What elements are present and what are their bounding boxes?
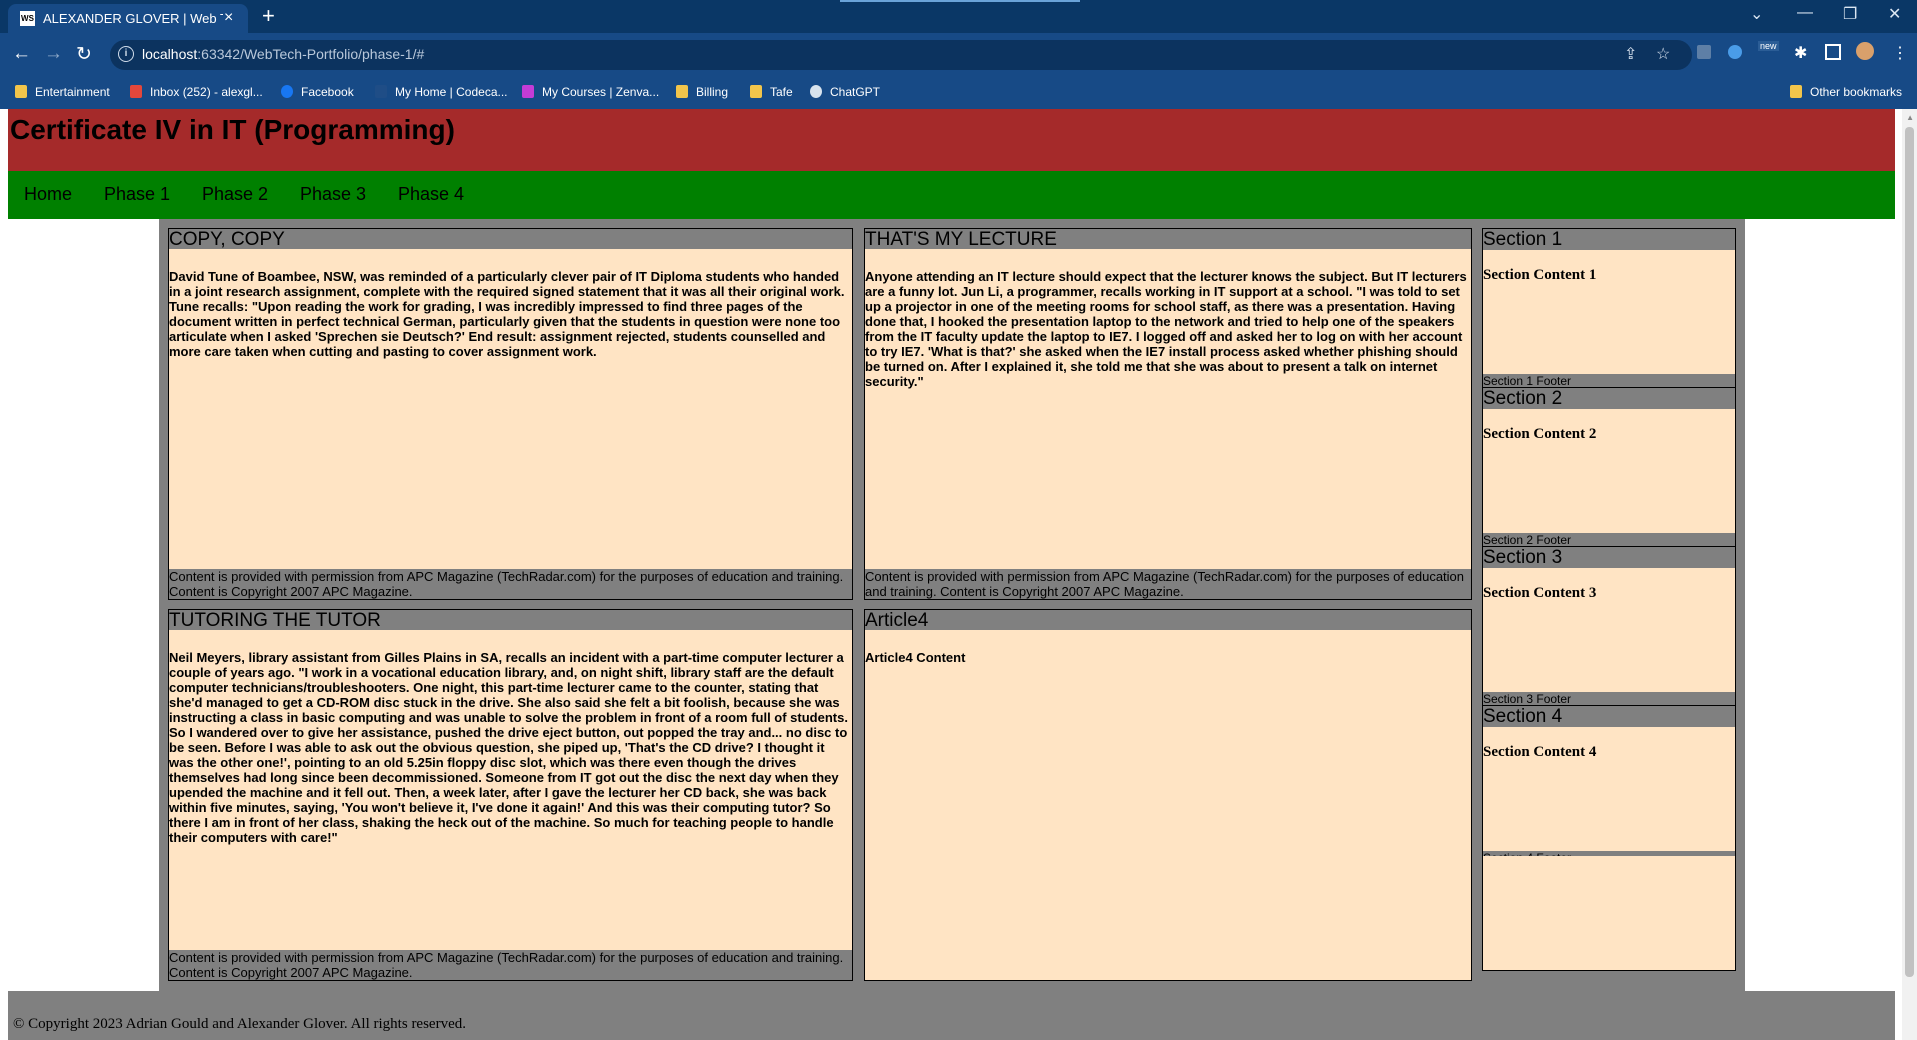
url-host: localhost [142, 46, 198, 62]
section-content: Section Content 4 [1483, 744, 1597, 760]
section-title: Section 1 [1483, 229, 1735, 250]
section-content: Section Content 1 [1483, 267, 1597, 283]
bookmark-codecademy[interactable]: My Home | Codeca... [375, 85, 508, 99]
section-footer: Section 3 Footer [1483, 692, 1735, 706]
facebook-icon [281, 85, 293, 98]
aside-section-2: Section 2 Section Content 2 Section 2 Fo… [1482, 387, 1736, 547]
main-content: COPY, COPY David Tune of Boambee, NSW, w… [159, 219, 1745, 991]
folder-icon [1790, 85, 1802, 98]
page-title: Certificate IV in IT (Programming) [10, 114, 455, 145]
bookmark-tafe[interactable]: Tafe [750, 85, 793, 99]
site-footer: © Copyright 2023 Adrian Gould and Alexan… [8, 991, 1895, 1040]
gmail-icon [130, 85, 142, 98]
article-body: Article4 Content [865, 650, 966, 665]
nav-home[interactable]: Home [24, 184, 72, 205]
section-title: Section 4 [1483, 706, 1735, 727]
bookmark-entertainment[interactable]: Entertainment [15, 85, 110, 99]
close-window-icon[interactable]: ✕ [1888, 4, 1901, 24]
aside-empty-area [1482, 856, 1736, 971]
tab-search-icon[interactable]: ⌄ [1750, 4, 1763, 24]
profile-avatar[interactable] [1856, 42, 1874, 60]
aside-section-4: Section 4 Section Content 4 Section 4 Fo… [1482, 705, 1736, 865]
page-viewport: Certificate IV in IT (Programming) Home … [0, 109, 1917, 1040]
copyright-text: © Copyright 2023 Adrian Gould and Alexan… [13, 1016, 466, 1032]
site-header: Certificate IV in IT (Programming) [8, 109, 1895, 171]
bookmark-billing[interactable]: Billing [676, 85, 728, 99]
reload-icon[interactable]: ↻ [76, 43, 92, 66]
bookmark-facebook[interactable]: Facebook [281, 85, 354, 99]
folder-icon [750, 85, 762, 98]
section-content: Section Content 2 [1483, 426, 1597, 442]
chatgpt-icon [810, 85, 822, 98]
section-footer: Section 1 Footer [1483, 374, 1735, 388]
zenva-icon [522, 85, 534, 98]
folder-icon [676, 85, 688, 98]
aside-section-3: Section 3 Section Content 3 Section 3 Fo… [1482, 546, 1736, 706]
aside-section-1: Section 1 Section Content 1 Section 1 Fo… [1482, 228, 1736, 388]
tab-title: ALEXANDER GLOVER | Web Tech [43, 11, 223, 26]
new-tab-icon[interactable]: + [262, 3, 275, 29]
bookmark-zenva[interactable]: My Courses | Zenva... [522, 85, 659, 99]
site-nav: Home Phase 1 Phase 2 Phase 3 Phase 4 [8, 171, 1895, 219]
site-info-icon[interactable]: i [118, 46, 134, 62]
article-thats-my-lecture: THAT'S MY LECTURE Anyone attending an IT… [864, 228, 1472, 600]
side-panel-icon[interactable] [1825, 44, 1841, 60]
article-tutoring-the-tutor: TUTORING THE TUTOR Neil Meyers, library … [168, 609, 853, 981]
address-bar[interactable]: i localhost:63342/WebTech-Portfolio/phas… [110, 40, 1692, 70]
article-4: Article4 Article4 Content [864, 609, 1472, 981]
bookmark-star-icon[interactable]: ☆ [1656, 44, 1670, 64]
article-footer: Content is provided with permission from… [865, 569, 1471, 599]
article-copy-copy: COPY, COPY David Tune of Boambee, NSW, w… [168, 228, 853, 600]
minimize-icon[interactable]: — [1797, 4, 1813, 22]
article-footer: Content is provided with permission from… [169, 950, 852, 980]
extension-1-icon[interactable] [1697, 45, 1711, 59]
article-title: COPY, COPY [169, 229, 852, 250]
bookmarks-bar: Entertainment Inbox (252) - alexgl... Fa… [0, 77, 1917, 109]
scrollbar-thumb[interactable] [1905, 127, 1914, 977]
bookmark-other[interactable]: Other bookmarks [1790, 85, 1902, 99]
folder-icon [15, 85, 27, 98]
browser-tabstrip: WS ALEXANDER GLOVER | Web Tech × + ⌄ — ❐… [0, 0, 1917, 33]
nav-phase-1[interactable]: Phase 1 [104, 184, 170, 205]
browser-tab[interactable]: WS ALEXANDER GLOVER | Web Tech × [8, 4, 248, 33]
extension-2-icon[interactable] [1728, 45, 1742, 59]
article-footer: Content is provided with permission from… [169, 569, 852, 599]
browser-toolbar: ← → ↻ i localhost:63342/WebTech-Portfoli… [0, 33, 1917, 77]
webstorm-favicon-icon: WS [20, 11, 35, 26]
article-body: Neil Meyers, library assistant from Gill… [169, 650, 848, 845]
menu-kebab-icon[interactable]: ⋮ [1892, 43, 1908, 63]
bookmark-chatgpt[interactable]: ChatGPT [810, 85, 880, 99]
section-title: Section 3 [1483, 547, 1735, 568]
tab-strip-indicator [840, 0, 1080, 2]
url-path: :63342/WebTech-Portfolio/phase-1/# [197, 46, 425, 62]
article-title: THAT'S MY LECTURE [865, 229, 1471, 250]
nav-phase-3[interactable]: Phase 3 [300, 184, 366, 205]
scroll-up-icon[interactable]: ▲ [1906, 113, 1914, 122]
forward-icon[interactable]: → [44, 43, 63, 65]
tab-close-icon[interactable]: × [224, 9, 233, 27]
page-scrollbar[interactable]: ▲ [1902, 109, 1917, 1040]
restore-icon[interactable]: ❐ [1843, 4, 1857, 24]
article-body: David Tune of Boambee, NSW, was reminded… [169, 269, 845, 359]
article-title: TUTORING THE TUTOR [169, 610, 852, 631]
nav-phase-2[interactable]: Phase 2 [202, 184, 268, 205]
bookmark-inbox[interactable]: Inbox (252) - alexgl... [130, 85, 263, 99]
section-content: Section Content 3 [1483, 585, 1597, 601]
nav-phase-4[interactable]: Phase 4 [398, 184, 464, 205]
section-title: Section 2 [1483, 388, 1735, 409]
article-body: Anyone attending an IT lecture should ex… [865, 269, 1467, 389]
section-footer: Section 2 Footer [1483, 533, 1735, 547]
url-text[interactable]: localhost:63342/WebTech-Portfolio/phase-… [142, 46, 424, 62]
extension-new-badge-icon[interactable]: new [1758, 41, 1779, 51]
codecademy-icon [375, 85, 387, 98]
share-icon[interactable]: ⇪ [1624, 44, 1637, 64]
article-title: Article4 [865, 610, 1471, 631]
extensions-puzzle-icon[interactable]: ✱ [1794, 43, 1807, 63]
back-icon[interactable]: ← [12, 43, 31, 65]
